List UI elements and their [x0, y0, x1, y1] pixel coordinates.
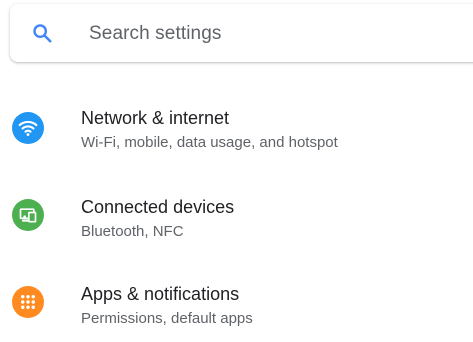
apps-grid-icon — [12, 286, 44, 318]
item-title: Connected devices — [81, 197, 235, 217]
item-subtitle: Permissions, default apps — [81, 310, 253, 327]
settings-item-connected-devices[interactable]: Connected devices Bluetooth, NFC — [0, 183, 473, 255]
settings-item-network[interactable]: Network & internet Wi-Fi, mobile, data u… — [0, 96, 473, 168]
wifi-icon — [12, 112, 44, 144]
devices-icon — [12, 199, 44, 231]
search-bar[interactable]: Search settings — [10, 4, 473, 62]
item-subtitle: Wi-Fi, mobile, data usage, and hotspot — [81, 134, 338, 151]
settings-item-apps-notifications[interactable]: Apps & notifications Permissions, defaul… — [0, 270, 473, 342]
search-icon — [31, 22, 53, 44]
item-subtitle: Bluetooth, NFC — [81, 223, 184, 240]
item-title: Network & internet — [81, 108, 230, 128]
search-placeholder: Search settings — [89, 23, 222, 44]
item-title: Apps & notifications — [81, 284, 240, 304]
